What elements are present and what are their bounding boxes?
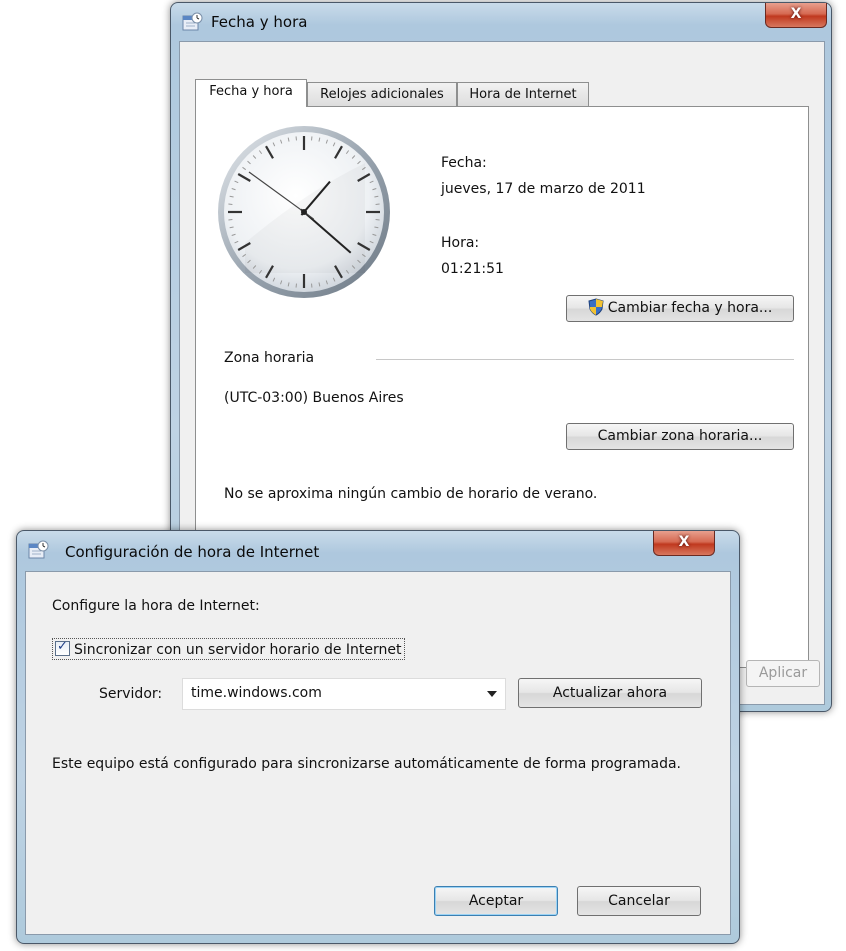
server-label: Servidor: [99,686,163,702]
change-timezone-label: Cambiar zona horaria... [597,428,763,444]
apply-label: Aplicar [758,665,808,681]
tab-fecha-y-hora[interactable]: Fecha y hora [195,79,307,107]
tab-hora-de-internet[interactable]: Hora de Internet [457,82,589,107]
tab-label: Relojes adicionales [320,87,444,102]
date-label: Fecha: [441,155,487,171]
calendar-clock-icon [182,12,203,31]
sync-checkbox[interactable]: ✓ [55,639,70,656]
server-combobox[interactable]: time.windows.com [182,678,506,710]
timezone-value: (UTC-03:00) Buenos Aires [224,390,404,406]
cancel-label: Cancelar [608,893,670,909]
check-mark-icon: ✓ [57,639,68,654]
title-bar[interactable]: Fecha y hora X [171,3,831,41]
shield-icon [588,298,604,316]
dialog-heading: Configure la hora de Internet: [52,598,260,614]
tab-label: Fecha y hora [209,84,293,99]
tab-label: Hora de Internet [469,87,577,102]
window-title: Fecha y hora [211,13,308,31]
analog-clock [218,126,390,298]
dialog-title: Configuración de hora de Internet [65,543,320,561]
internet-time-dialog: Configuración de hora de Internet X Conf… [16,530,740,944]
calendar-clock-icon [28,540,49,559]
cancel-button[interactable]: Cancelar [577,886,701,916]
dialog-client: Configure la hora de Internet: ✓ Sincron… [25,571,731,935]
change-datetime-label: Cambiar fecha y hora... [607,300,773,316]
clock-center [301,209,307,215]
sync-info-text: Este equipo está configurado para sincro… [52,756,681,772]
chevron-down-icon[interactable] [487,691,497,697]
section-divider [376,359,794,360]
close-icon: X [790,6,802,22]
time-label: Hora: [441,235,480,251]
dst-notice: No se aproxima ningún cambio de horario … [224,486,598,502]
close-icon: X [678,534,690,550]
dialog-title-bar[interactable]: Configuración de hora de Internet X [17,531,739,569]
change-timezone-button[interactable]: Cambiar zona horaria... [566,423,794,450]
close-button[interactable]: X [765,3,827,28]
ok-label: Aceptar [468,893,524,909]
tab-relojes-adicionales[interactable]: Relojes adicionales [307,82,457,107]
sync-checkbox-label: Sincronizar con un servidor horario de I… [74,642,402,658]
date-value: jueves, 17 de marzo de 2011 [441,181,646,197]
apply-button[interactable]: Aplicar [746,660,820,687]
timezone-section-label: Zona horaria [224,350,315,366]
sync-checkbox-row[interactable]: ✓ Sincronizar con un servidor horario de… [52,638,405,660]
time-value: 01:21:51 [441,261,504,277]
update-now-button[interactable]: Actualizar ahora [518,678,702,708]
dialog-close-button[interactable]: X [653,531,715,556]
change-datetime-button[interactable]: Cambiar fecha y hora... [566,295,794,322]
server-value: time.windows.com [191,685,322,701]
ok-button[interactable]: Aceptar [434,886,558,916]
update-now-label: Actualizar ahora [552,685,668,701]
